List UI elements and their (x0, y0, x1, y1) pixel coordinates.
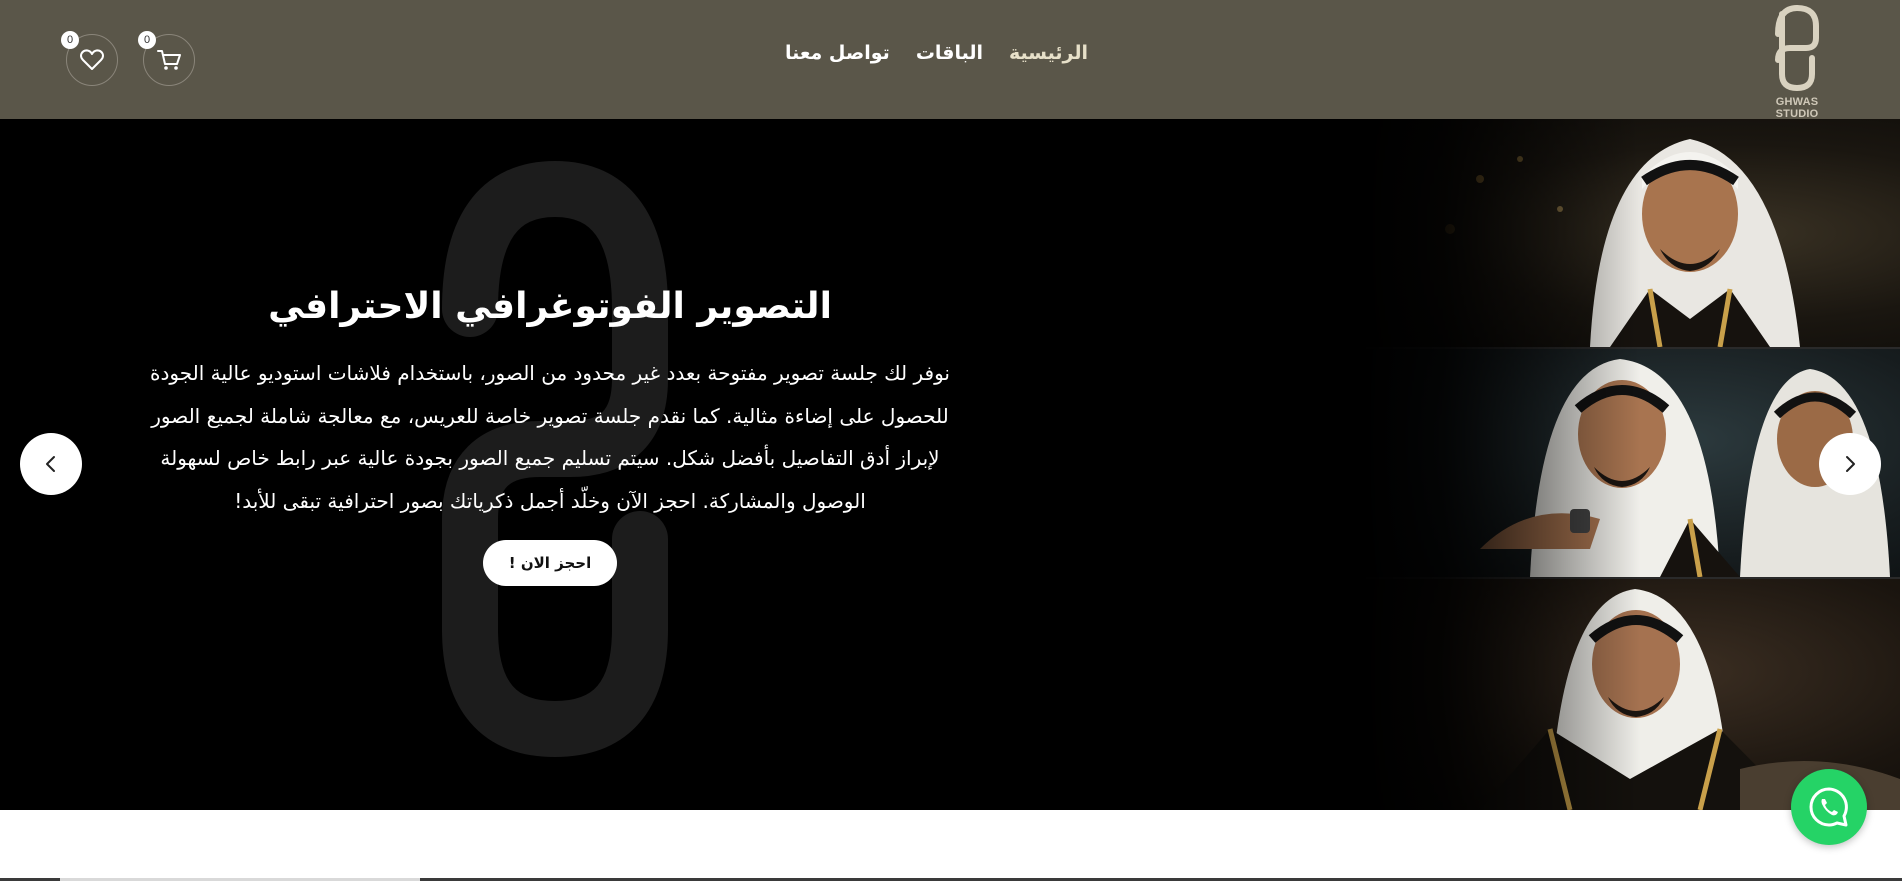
chevron-right-icon (1846, 456, 1855, 472)
nav-item-contact[interactable]: تواصل معنا (785, 42, 890, 64)
wishlist-count-badge: 0 (61, 31, 79, 49)
logo-caption: GHWAS STUDIO (1775, 96, 1819, 120)
cart-button[interactable]: 0 (138, 31, 195, 86)
nav-item-packages[interactable]: الباقات (916, 42, 983, 64)
hero-slider: التصوير الفوتوغرافي الاحترافي نوفر لك جل… (0, 119, 1900, 810)
site-header: GHWAS STUDIO الرئيسية الباقات تواصل معنا… (0, 0, 1900, 120)
heart-icon (80, 49, 104, 70)
chevron-left-icon (46, 456, 55, 472)
hero-title: التصوير الفوتوغرافي الاحترافي (268, 286, 832, 327)
whatsapp-button[interactable] (1791, 769, 1867, 845)
main-nav: الرئيسية الباقات تواصل معنا (785, 42, 1088, 64)
hero-content: التصوير الفوتوغرافي الاحترافي نوفر لك جل… (135, 284, 965, 586)
book-now-button[interactable]: احجز الان ! (483, 540, 617, 586)
slider-next-button[interactable] (1819, 433, 1881, 495)
logo-mark-icon (1775, 5, 1819, 92)
wishlist-button[interactable]: 0 (61, 31, 118, 86)
hero-description: نوفر لك جلسة تصوير مفتوحة بعدد غير محدود… (150, 361, 950, 513)
cart-count-badge: 0 (138, 31, 156, 49)
photo-fade-overlay (1360, 119, 1640, 810)
cart-icon (157, 50, 181, 70)
slider-prev-button[interactable] (20, 433, 82, 495)
site-logo[interactable]: GHWAS STUDIO (1754, 4, 1840, 120)
whatsapp-icon (1809, 787, 1848, 827)
nav-item-home[interactable]: الرئيسية (1009, 42, 1088, 64)
